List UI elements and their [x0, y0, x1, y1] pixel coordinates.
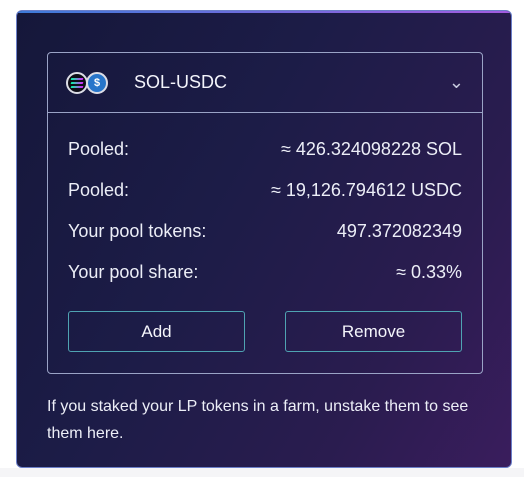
remove-button[interactable]: Remove: [285, 311, 462, 352]
row-label: Your pool share:: [68, 262, 199, 282]
liquidity-panel: $ SOL-USDC ⌄ Pooled: ≈ 426.324098228 SOL…: [16, 10, 512, 468]
row-value: ≈ 0.33%: [396, 262, 462, 282]
add-button[interactable]: Add: [68, 311, 245, 352]
action-buttons: Add Remove: [68, 311, 462, 352]
pair-name: SOL-USDC: [134, 72, 228, 92]
pool-header[interactable]: $ SOL-USDC ⌄: [48, 53, 482, 113]
pool-tokens-row: Your pool tokens: 497.372082349: [68, 211, 462, 252]
row-label: Your pool tokens:: [68, 221, 207, 241]
page-bottom-strip: [0, 468, 524, 477]
token-pair-icons: $: [66, 71, 116, 94]
pool-share-row: Your pool share: ≈ 0.33%: [68, 252, 462, 293]
pooled-usdc-row: Pooled: ≈ 19,126.794612 USDC: [68, 170, 462, 211]
row-value: ≈ 426.324098228 SOL: [280, 139, 462, 159]
row-label: Pooled:: [68, 180, 130, 200]
usdc-icon: $: [86, 71, 108, 94]
pool-position-card: $ SOL-USDC ⌄ Pooled: ≈ 426.324098228 SOL…: [47, 52, 483, 374]
pool-details: Pooled: ≈ 426.324098228 SOL Pooled: ≈ 19…: [48, 113, 482, 293]
solana-icon: [66, 71, 88, 94]
pooled-sol-row: Pooled: ≈ 426.324098228 SOL: [68, 129, 462, 170]
chevron-down-icon[interactable]: ⌄: [449, 72, 464, 93]
row-value: 497.372082349: [336, 221, 462, 241]
row-value: ≈ 19,126.794612 USDC: [270, 180, 462, 200]
staked-lp-note: If you staked your LP tokens in a farm, …: [47, 398, 469, 442]
row-label: Pooled:: [68, 139, 130, 159]
